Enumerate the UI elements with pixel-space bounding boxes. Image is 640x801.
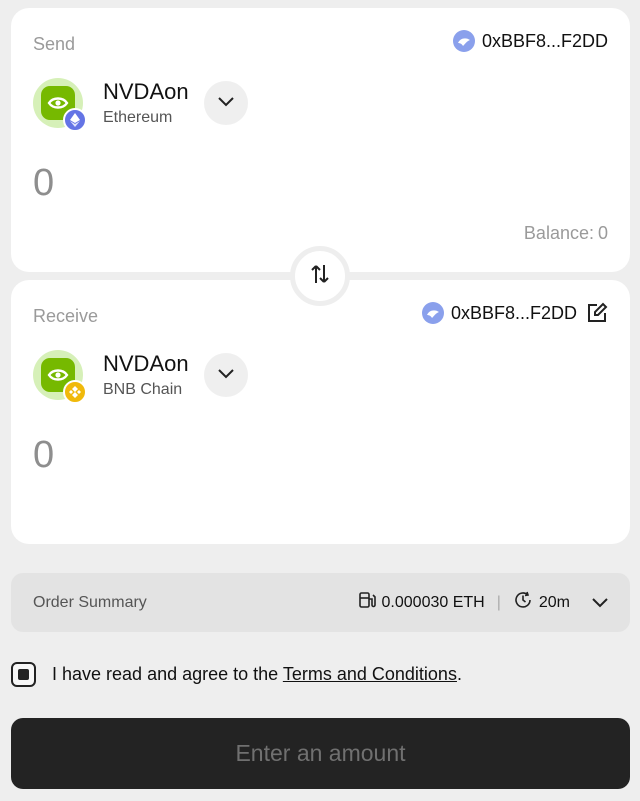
send-token-chain: Ethereum	[103, 109, 173, 126]
enter-amount-button[interactable]: Enter an amount	[11, 718, 630, 789]
receive-amount: 0	[33, 434, 55, 476]
receive-card: Receive 0xBBF8...F2DD NVDAon BNB Chain 0	[11, 280, 630, 544]
send-token-selector[interactable]: NVDAon Ethereum	[33, 78, 248, 132]
summary-separator: |	[496, 593, 501, 611]
terms-prefix: I have read and agree to the	[52, 664, 283, 684]
receive-token-symbol: NVDAon	[103, 351, 189, 376]
receive-address[interactable]: 0xBBF8...F2DD	[421, 302, 608, 324]
wallet-avatar-icon	[452, 30, 475, 52]
send-card: Send 0xBBF8...F2DD NVDAon Ethereum 0 Bal…	[11, 8, 630, 272]
terms-suffix: .	[456, 664, 462, 684]
terms-link[interactable]: Terms and Conditions	[283, 664, 457, 684]
nvdaon-token-icon	[33, 78, 87, 132]
send-token-dropdown-button[interactable]	[203, 81, 248, 125]
balance-value: 0	[597, 223, 608, 243]
receive-address-text: 0xBBF8...F2DD	[450, 302, 577, 323]
edit-icon[interactable]	[586, 302, 608, 324]
nvdaon-token-icon	[33, 350, 87, 404]
wallet-avatar-icon	[421, 302, 444, 324]
checkbox-checked-mark	[18, 669, 29, 680]
send-address[interactable]: 0xBBF8...F2DD	[452, 30, 608, 52]
send-token-symbol: NVDAon	[103, 79, 189, 104]
order-summary[interactable]: Order Summary 0.000030 ETH | 20m	[11, 573, 630, 632]
receive-token-chain: BNB Chain	[103, 381, 183, 398]
terms-row: I have read and agree to the Terms and C…	[11, 662, 462, 687]
time-value: 20m	[538, 593, 570, 611]
chevron-down-icon	[217, 94, 234, 112]
send-amount-input[interactable]: 0	[33, 162, 54, 205]
terms-text: I have read and agree to the Terms and C…	[52, 664, 462, 685]
clock-icon	[513, 590, 533, 615]
terms-checkbox[interactable]	[11, 662, 36, 687]
receive-label: Receive	[33, 306, 99, 326]
send-address-text: 0xBBF8...F2DD	[481, 30, 608, 51]
send-balance: Balance: 0	[524, 223, 608, 244]
bnb-icon	[63, 380, 87, 404]
swap-arrows-icon	[309, 263, 331, 290]
receive-token-dropdown-button[interactable]	[203, 353, 248, 397]
gas-pump-icon	[358, 591, 376, 614]
ethereum-icon	[63, 108, 87, 132]
chevron-down-icon[interactable]	[592, 597, 608, 608]
receive-token-selector[interactable]: NVDAon BNB Chain	[33, 350, 248, 404]
chevron-down-icon	[217, 366, 234, 384]
fee-value: 0.000030 ETH	[381, 593, 485, 611]
swap-direction-button[interactable]	[290, 246, 350, 306]
order-summary-label: Order Summary	[33, 593, 147, 611]
send-label: Send	[33, 34, 76, 54]
balance-label: Balance:	[523, 223, 594, 243]
